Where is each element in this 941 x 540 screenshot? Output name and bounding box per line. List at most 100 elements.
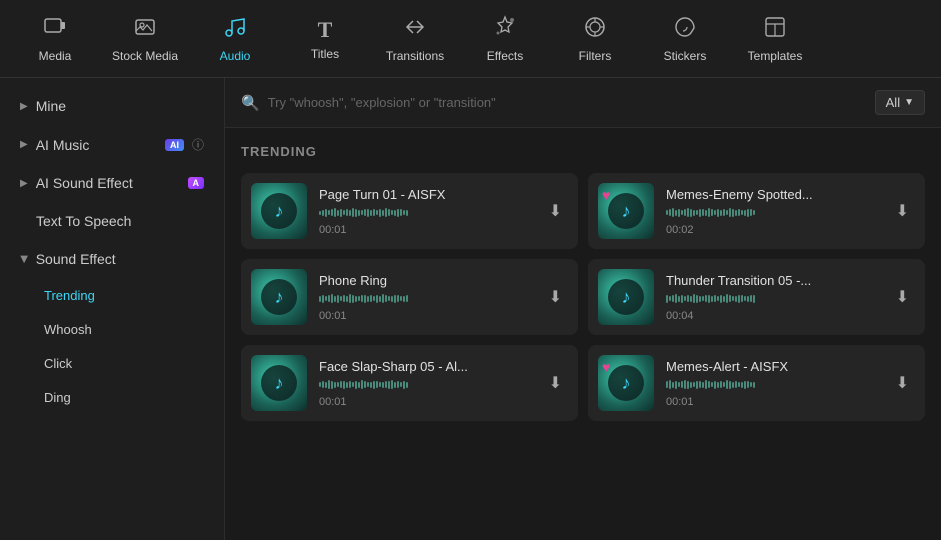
waveform-bar [693, 210, 695, 216]
waveform-bar [726, 294, 728, 303]
nav-item-transitions[interactable]: Transitions [370, 4, 460, 74]
waveform-bar [690, 296, 692, 302]
waveform [666, 292, 880, 306]
waveform-bar [340, 296, 342, 301]
nav-item-templates[interactable]: Templates [730, 4, 820, 74]
sound-card[interactable]: ♪ Page Turn 01 - AISFX 00:01 ⬇ [241, 173, 578, 249]
waveform-bar [376, 210, 378, 215]
nav-item-stock-media[interactable]: Stock Media [100, 4, 190, 74]
waveform-bar [669, 209, 671, 216]
waveform-bar [325, 382, 327, 388]
waveform-bar [732, 296, 734, 301]
sound-card[interactable]: ♪ Thunder Transition 05 -... 00:04 ⬇ [588, 259, 925, 335]
waveform-bar [675, 210, 677, 216]
items-grid: ♪ Page Turn 01 - AISFX 00:01 ⬇ ♥ ♪ Memes… [241, 173, 925, 421]
waveform-bar [397, 381, 399, 388]
sidebar-sub-item-trending[interactable]: Trending [4, 279, 220, 312]
waveform-bar [675, 381, 677, 389]
filter-button[interactable]: All ▼ [875, 90, 925, 115]
sound-card[interactable]: ♪ Face Slap-Sharp 05 - Al... 00:01 ⬇ [241, 345, 578, 421]
waveform-bar [385, 295, 387, 302]
sidebar-item-ai-sound-effect[interactable]: ▶ AI Sound Effect A [4, 165, 220, 201]
waveform-bar [717, 296, 719, 301]
download-button[interactable]: ⬇ [545, 285, 566, 309]
sidebar-trending-label: Trending [44, 288, 95, 303]
sound-info: Page Turn 01 - AISFX 00:01 [319, 187, 533, 236]
nav-item-filters[interactable]: Filters [550, 4, 640, 74]
waveform-bar [352, 208, 354, 217]
sound-info: Thunder Transition 05 -... 00:04 [666, 273, 880, 322]
waveform-bar [672, 295, 674, 302]
waveform-bar [394, 210, 396, 216]
waveform-bar [382, 294, 384, 303]
waveform-bar [717, 382, 719, 388]
waveform-bar [391, 210, 393, 215]
nav-item-audio[interactable]: Audio [190, 4, 280, 74]
stickers-icon [673, 15, 697, 45]
search-input[interactable] [268, 95, 867, 110]
download-button[interactable]: ⬇ [892, 199, 913, 223]
sidebar-ai-music-label: AI Music [36, 137, 157, 153]
effects-icon [493, 15, 517, 45]
waveform-bar [708, 381, 710, 388]
waveform-bar [690, 209, 692, 217]
download-button[interactable]: ⬇ [545, 199, 566, 223]
waveform-bar [672, 208, 674, 217]
waveform-bar [720, 295, 722, 303]
waveform-bar [343, 295, 345, 302]
waveform-bar [403, 296, 405, 302]
sound-card[interactable]: ♥ ♪ Memes-Alert - AISFX 00:01 ⬇ [588, 345, 925, 421]
music-note-icon: ♪ [275, 287, 284, 308]
waveform-bar [358, 382, 360, 388]
sidebar-item-sound-effect[interactable]: ▶ Sound Effect [4, 241, 220, 277]
waveform-bar [400, 209, 402, 216]
download-button[interactable]: ⬇ [545, 371, 566, 395]
sidebar-sub-item-click[interactable]: Click [4, 347, 220, 380]
waveform-bar [361, 295, 363, 302]
waveform-bar [352, 382, 354, 387]
sound-card[interactable]: ♥ ♪ Memes-Enemy Spotted... 00:02 ⬇ [588, 173, 925, 249]
download-button[interactable]: ⬇ [892, 285, 913, 309]
section-title: TRENDING [241, 144, 925, 159]
sidebar-item-ai-music[interactable]: ▶ AI Music AI ⓘ [4, 126, 220, 163]
waveform-bar [726, 210, 728, 215]
download-button[interactable]: ⬇ [892, 371, 913, 395]
waveform-bar [388, 381, 390, 389]
waveform-bar [400, 296, 402, 301]
waveform-bar [687, 208, 689, 217]
waveform-bar [334, 382, 336, 388]
nav-item-effects[interactable]: Effects [460, 4, 550, 74]
sound-duration: 00:01 [319, 224, 533, 236]
top-nav: Media Stock Media Audio T Titles [0, 0, 941, 78]
nav-item-titles[interactable]: T Titles [280, 4, 370, 74]
sound-thumbnail: ♪ [251, 355, 307, 411]
waveform-bar [349, 294, 351, 303]
sound-info: Face Slap-Sharp 05 - Al... 00:01 [319, 359, 533, 408]
nav-item-stickers[interactable]: Stickers [640, 4, 730, 74]
waveform-bar [331, 209, 333, 216]
waveform-bar [705, 380, 707, 389]
media-icon [43, 15, 67, 45]
waveform [319, 378, 533, 392]
waveform-bar [687, 381, 689, 389]
waveform-bar [322, 210, 324, 216]
waveform-bar [391, 296, 393, 302]
waveform-bar [385, 381, 387, 388]
sidebar-item-text-to-speech[interactable]: Text To Speech [4, 203, 220, 239]
waveform-bar [403, 381, 405, 389]
waveform-bar [406, 210, 408, 216]
waveform-bar [699, 296, 701, 302]
sound-card[interactable]: ♪ Phone Ring 00:01 ⬇ [241, 259, 578, 335]
sidebar-sub-item-whoosh[interactable]: Whoosh [4, 313, 220, 346]
sidebar-sub-item-ding[interactable]: Ding [4, 381, 220, 414]
waveform-bar [729, 295, 731, 302]
waveform-bar [358, 296, 360, 301]
nav-item-media[interactable]: Media [10, 4, 100, 74]
waveform-bar [714, 295, 716, 302]
sidebar-item-mine[interactable]: ▶ Mine [4, 88, 220, 124]
sidebar-sound-effect-label: Sound Effect [36, 251, 204, 267]
waveform-bar [678, 382, 680, 387]
waveform-bar [723, 382, 725, 387]
sound-duration: 00:01 [319, 310, 533, 322]
waveform-bar [741, 210, 743, 215]
